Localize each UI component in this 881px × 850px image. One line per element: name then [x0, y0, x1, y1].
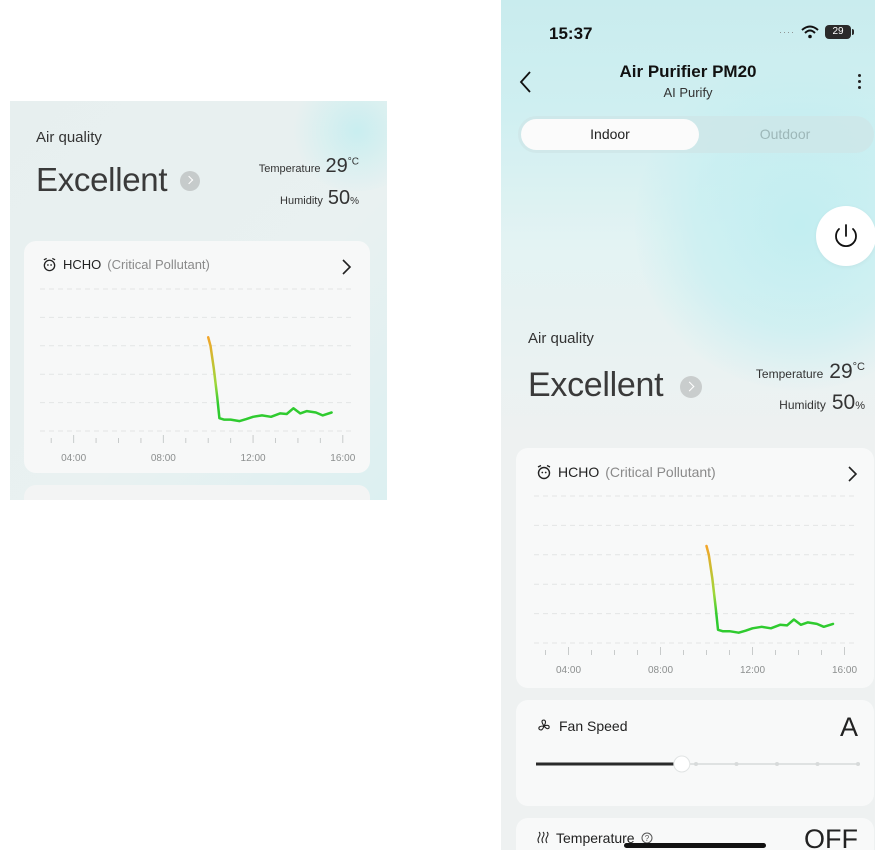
humidity-number: 50	[831, 391, 856, 414]
air-quality-info-button[interactable]	[680, 376, 702, 398]
fan-speed-card: Fan Speed A	[516, 700, 874, 806]
fan-icon	[538, 719, 550, 731]
x-tick-label: 12:00	[740, 665, 765, 676]
fan-speed-label: Fan Speed	[559, 718, 628, 734]
power-icon	[835, 224, 857, 248]
more-options-button[interactable]	[853, 74, 865, 96]
battery-icon: 29	[825, 25, 854, 39]
temperature-readout: Temperature 29°C	[259, 155, 359, 178]
pollutant-qualifier: (Critical Pollutant)	[107, 257, 210, 272]
temperature-value: 29°C	[829, 360, 865, 384]
temperature-label: Temperature	[755, 367, 824, 381]
status-time: 15:37	[549, 24, 593, 43]
temperature-label: Temperature	[258, 163, 321, 175]
pollutant-name: HCHO	[558, 464, 600, 480]
x-tick-label: 08:00	[151, 453, 176, 464]
slider-step-dot	[815, 762, 820, 766]
slider-step-dot	[856, 762, 860, 766]
humidity-label: Humidity	[280, 195, 323, 207]
power-button[interactable]	[816, 206, 875, 266]
chevron-right-icon[interactable]	[340, 258, 352, 276]
temperature-readout: Temperature 29°C	[756, 360, 865, 384]
x-tick-label: 12:00	[241, 453, 266, 464]
pollutant-card[interactable]: HCHO (Critical Pollutant) 04:00 08:00 12:0…	[24, 241, 370, 473]
air-quality-label: Air quality	[528, 330, 594, 347]
pollutant-icon	[43, 257, 56, 272]
home-indicator	[624, 843, 766, 848]
temperature-unit: °C	[852, 361, 865, 373]
pollutant-chart: 04:00 08:00 12:00 16:00	[40, 288, 356, 464]
temperature-number: 29	[325, 155, 348, 177]
pollutant-header: HCHO (Critical Pollutant)	[42, 257, 210, 272]
x-tick-label: 16:00	[330, 453, 355, 464]
pollutant-name: HCHO	[63, 257, 102, 272]
slider-step-dot	[775, 762, 779, 766]
fan-speed-slider[interactable]	[536, 754, 860, 774]
humidity-value: 50%	[328, 187, 359, 210]
humidity-readout: Humidity 50%	[280, 187, 359, 210]
temperature-unit: °C	[347, 156, 359, 168]
fan-speed-value: A	[839, 712, 858, 742]
temperature-number: 29	[829, 360, 853, 383]
temperature-card-value: OFF	[804, 824, 858, 850]
x-tick-label: 16:00	[832, 665, 857, 676]
svg-text:?: ?	[644, 834, 649, 843]
humidity-label: Humidity	[779, 398, 826, 412]
pollutant-qualifier: (Critical Pollutant)	[605, 464, 716, 480]
humidity-unit: %	[855, 400, 865, 412]
status-icons: ···· 29	[779, 25, 854, 39]
fan-speed-header: Fan Speed	[536, 718, 628, 734]
air-quality-info-button[interactable]	[180, 171, 200, 191]
humidity-value: 50%	[832, 391, 865, 415]
heat-icon	[537, 831, 549, 844]
temperature-card-label: Temperature	[556, 830, 635, 846]
wifi-icon	[801, 25, 819, 39]
x-tick-label: 04:00	[61, 453, 86, 464]
pollutant-header: HCHO (Critical Pollutant)	[536, 464, 716, 480]
humidity-unit: %	[350, 196, 359, 207]
x-tick-label: 04:00	[556, 665, 581, 676]
tab-indoor[interactable]: Indoor	[521, 119, 699, 150]
air-quality-label: Air quality	[36, 129, 102, 146]
air-quality-value: Excellent	[528, 366, 664, 404]
phone-screen: 15:37 ···· 29 Air Purifier PM20 AI Purif…	[501, 0, 875, 850]
hcho-series-line	[705, 544, 835, 634]
temperature-value: 29°C	[326, 155, 359, 178]
slider-step-dot	[734, 762, 739, 766]
air-quality-value: Excellent	[36, 161, 168, 198]
slider-thumb[interactable]	[673, 755, 691, 773]
humidity-number: 50	[327, 187, 351, 209]
indoor-outdoor-toggle: Indoor Outdoor	[518, 116, 874, 153]
hcho-series-line	[206, 336, 333, 423]
tab-outdoor[interactable]: Outdoor	[699, 119, 871, 150]
zoomed-crop: Air quality Excellent Temperature 29°C H…	[10, 101, 387, 500]
chevron-right-icon[interactable]	[846, 465, 858, 483]
page-title: Air Purifier PM20	[619, 62, 757, 81]
pollutant-card[interactable]: HCHO (Critical Pollutant) 04:00 08:00 12:0…	[516, 448, 874, 688]
pollutant-chart: 04:00 08:00 12:00 16:00	[534, 495, 857, 676]
x-tick-label: 08:00	[648, 665, 673, 676]
signal-icon: ····	[779, 27, 795, 37]
humidity-readout: Humidity 50%	[779, 391, 865, 415]
page-subtitle: AI Purify	[663, 85, 713, 100]
slider-step-dot	[694, 762, 698, 766]
pollutant-icon	[537, 464, 551, 480]
next-card-peek	[24, 485, 370, 500]
